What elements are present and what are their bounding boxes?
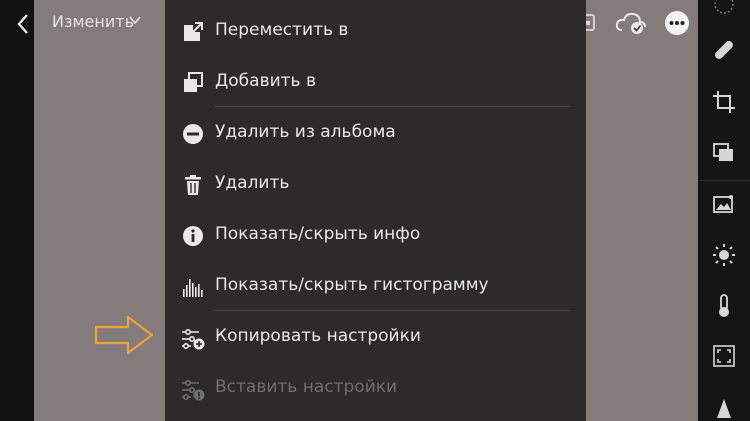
presets-icon[interactable] [712, 0, 736, 16]
left-edge [0, 0, 34, 421]
chevron-down-icon[interactable] [128, 14, 142, 26]
menu-item-move-to[interactable]: Переместить в [165, 6, 586, 56]
menu-item-label: Показать/скрыть гистограмму [215, 275, 489, 295]
menu-item-label: Копировать настройки [215, 326, 421, 346]
versions-icon[interactable] [712, 140, 736, 164]
cloud-sync-icon[interactable] [614, 10, 648, 36]
menu-item-toggle-info[interactable]: Показать/скрыть инфо [165, 210, 586, 260]
add-to-icon [184, 72, 203, 92]
menu-item-label: Удалить [215, 173, 290, 193]
chevron-left-icon[interactable] [12, 10, 34, 38]
menu-item-delete[interactable]: Удалить [165, 159, 586, 209]
healing-icon[interactable] [712, 38, 736, 62]
move-to-icon [184, 22, 203, 41]
light-icon[interactable] [712, 243, 736, 267]
detail-icon[interactable] [712, 396, 736, 420]
menu-item-label: Удалить из альбома [215, 122, 396, 142]
trash-icon [185, 175, 201, 195]
menu-item-label: Вставить настройки [215, 377, 398, 397]
menu-item-toggle-histogram[interactable]: Показать/скрыть гистограмму [165, 261, 586, 311]
auto-icon[interactable] [712, 192, 736, 216]
menu-item-label: Переместить в [215, 20, 349, 40]
panel-divider [700, 180, 750, 181]
more-icon[interactable] [664, 10, 690, 36]
menu-item-paste-settings[interactable]: Вставить настройки [165, 363, 586, 413]
histogram-icon [183, 279, 203, 297]
crop-icon[interactable] [712, 90, 736, 114]
info-icon [183, 226, 203, 246]
annotation-arrow-icon [94, 315, 154, 355]
menu-divider [215, 310, 570, 311]
context-menu: Переместить в Добавить в Удалить из альб… [165, 0, 586, 421]
geometry-icon[interactable] [712, 344, 736, 368]
paste-settings-icon [182, 379, 205, 401]
menu-item-label: Добавить в [215, 71, 316, 91]
edit-menu-label[interactable]: Изменить [52, 12, 134, 31]
minus-circle-icon [183, 124, 203, 144]
menu-divider [215, 106, 570, 107]
menu-item-add-to[interactable]: Добавить в [165, 57, 586, 107]
menu-item-remove-from-album[interactable]: Удалить из альбома [165, 108, 586, 158]
color-icon[interactable] [712, 294, 736, 318]
menu-item-label: Показать/скрыть инфо [215, 224, 421, 244]
menu-item-copy-settings[interactable]: Копировать настройки [165, 312, 586, 362]
copy-settings-icon [182, 328, 205, 350]
